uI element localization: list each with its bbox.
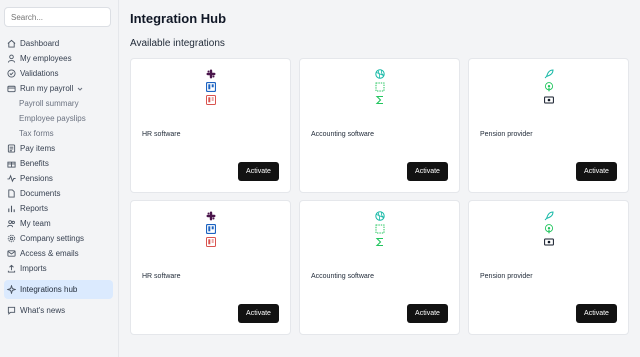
sidebar-item-label: Benefits: [20, 159, 49, 168]
document-icon: [7, 189, 16, 198]
activate-button[interactable]: Activate: [576, 162, 617, 181]
cash-icon: [543, 95, 554, 105]
gift-icon: [7, 159, 16, 168]
sidebar-item-company-settings[interactable]: Company settings: [4, 231, 113, 246]
sidebar-subitem-tax-forms[interactable]: Tax forms: [4, 126, 113, 141]
sigma-icon: [375, 95, 385, 105]
sidebar-item-imports[interactable]: Imports: [4, 261, 113, 276]
globe-icon: [374, 211, 385, 221]
globe-icon: [374, 69, 385, 79]
podcast-icon: [544, 82, 554, 92]
sidebar-item-label: What's news: [20, 306, 66, 315]
sidebar-item-dashboard[interactable]: Dashboard: [4, 36, 113, 51]
sidebar-subitem-payroll-summary[interactable]: Payroll summary: [4, 96, 113, 111]
integration-icons: [131, 211, 290, 247]
sidebar-item-pensions[interactable]: Pensions: [4, 171, 113, 186]
integration-label: Pension provider: [480, 131, 533, 138]
sidebar-item-label: Pensions: [20, 174, 53, 183]
sidebar-item-integrations-hub[interactable]: Integrations hub: [4, 280, 113, 299]
rocket-icon: [544, 211, 554, 221]
sidebar-item-label: Reports: [20, 204, 49, 213]
sidebar-subitem-employee-payslips[interactable]: Employee payslips: [4, 111, 113, 126]
integration-label: Accounting software: [311, 131, 375, 138]
sidebar-item-label: Validations: [20, 69, 59, 78]
dashed-square-icon: [375, 82, 385, 92]
check-circle-icon: [7, 69, 16, 78]
sidebar-item-validations[interactable]: Validations: [4, 66, 113, 81]
activity-icon: [7, 174, 16, 183]
board-icon: [205, 237, 216, 247]
board-icon: [205, 95, 216, 105]
integration-card: HR software Activate: [130, 58, 291, 193]
sidebar: Dashboard My employees Validations Run m…: [0, 0, 119, 357]
sidebar-item-label: Company settings: [20, 234, 85, 243]
integration-label: Accounting software: [311, 273, 375, 280]
integration-card: HR software Activate: [130, 200, 291, 335]
sidebar-item-run-my-payroll[interactable]: Run my payroll: [4, 81, 113, 96]
list-icon: [7, 144, 16, 153]
integration-label: Pension provider: [480, 273, 533, 280]
integration-label: HR software: [142, 131, 181, 138]
slack-icon: [206, 211, 216, 221]
trello-icon: [205, 224, 216, 234]
integration-card: Pension provider Activate: [468, 200, 629, 335]
slack-icon: [206, 69, 216, 79]
chat-icon: [7, 306, 16, 315]
wallet-icon: [7, 84, 16, 93]
integration-label: HR software: [142, 273, 181, 280]
page-title: Integration Hub: [130, 11, 227, 26]
person-icon: [7, 54, 16, 63]
activate-button[interactable]: Activate: [576, 304, 617, 323]
sparkle-icon: [7, 285, 16, 294]
sidebar-item-label: Run my payroll: [20, 84, 74, 93]
team-icon: [7, 219, 16, 228]
sidebar-item-whats-news[interactable]: What's news: [4, 303, 113, 318]
home-icon: [7, 39, 16, 48]
sidebar-item-my-team[interactable]: My team: [4, 216, 113, 231]
mail-icon: [7, 249, 16, 258]
sidebar-item-benefits[interactable]: Benefits: [4, 156, 113, 171]
sidebar-item-label: My team: [20, 219, 51, 228]
sidebar-item-label: Pay items: [20, 144, 56, 153]
dashed-square-icon: [375, 224, 385, 234]
main-content: Integration Hub Available integrations H…: [119, 0, 640, 357]
sidebar-item-my-employees[interactable]: My employees: [4, 51, 113, 66]
search-input[interactable]: [4, 7, 111, 27]
sidebar-item-label: Dashboard: [20, 39, 60, 48]
chevron-down-icon[interactable]: [77, 86, 83, 92]
activate-button[interactable]: Activate: [407, 304, 448, 323]
sidebar-item-access-emails[interactable]: Access & emails: [4, 246, 113, 261]
podcast-icon: [544, 224, 554, 234]
sidebar-item-label: Documents: [20, 189, 61, 198]
integration-icons: [300, 69, 459, 105]
sidebar-item-documents[interactable]: Documents: [4, 186, 113, 201]
integration-icons: [300, 211, 459, 247]
integration-icons: [131, 69, 290, 105]
cash-icon: [543, 237, 554, 247]
integration-card: Accounting software Activate: [299, 200, 460, 335]
sidebar-item-pay-items[interactable]: Pay items: [4, 141, 113, 156]
sidebar-item-label: Imports: [20, 264, 47, 273]
upload-icon: [7, 264, 16, 273]
trello-icon: [205, 82, 216, 92]
activate-button[interactable]: Activate: [238, 162, 279, 181]
sidebar-nav: Dashboard My employees Validations Run m…: [4, 36, 113, 318]
sidebar-item-label: Integrations hub: [20, 285, 78, 294]
sidebar-item-label: Access & emails: [20, 249, 79, 258]
sigma-icon: [375, 237, 385, 247]
section-heading: Available integrations: [130, 38, 225, 49]
rocket-icon: [544, 69, 554, 79]
integration-card: Pension provider Activate: [468, 58, 629, 193]
activate-button[interactable]: Activate: [407, 162, 448, 181]
integration-icons: [469, 211, 628, 247]
integration-icons: [469, 69, 628, 105]
gear-icon: [7, 234, 16, 243]
integration-card: Accounting software Activate: [299, 58, 460, 193]
activate-button[interactable]: Activate: [238, 304, 279, 323]
chart-icon: [7, 204, 16, 213]
sidebar-item-reports[interactable]: Reports: [4, 201, 113, 216]
sidebar-item-label: My employees: [20, 54, 72, 63]
